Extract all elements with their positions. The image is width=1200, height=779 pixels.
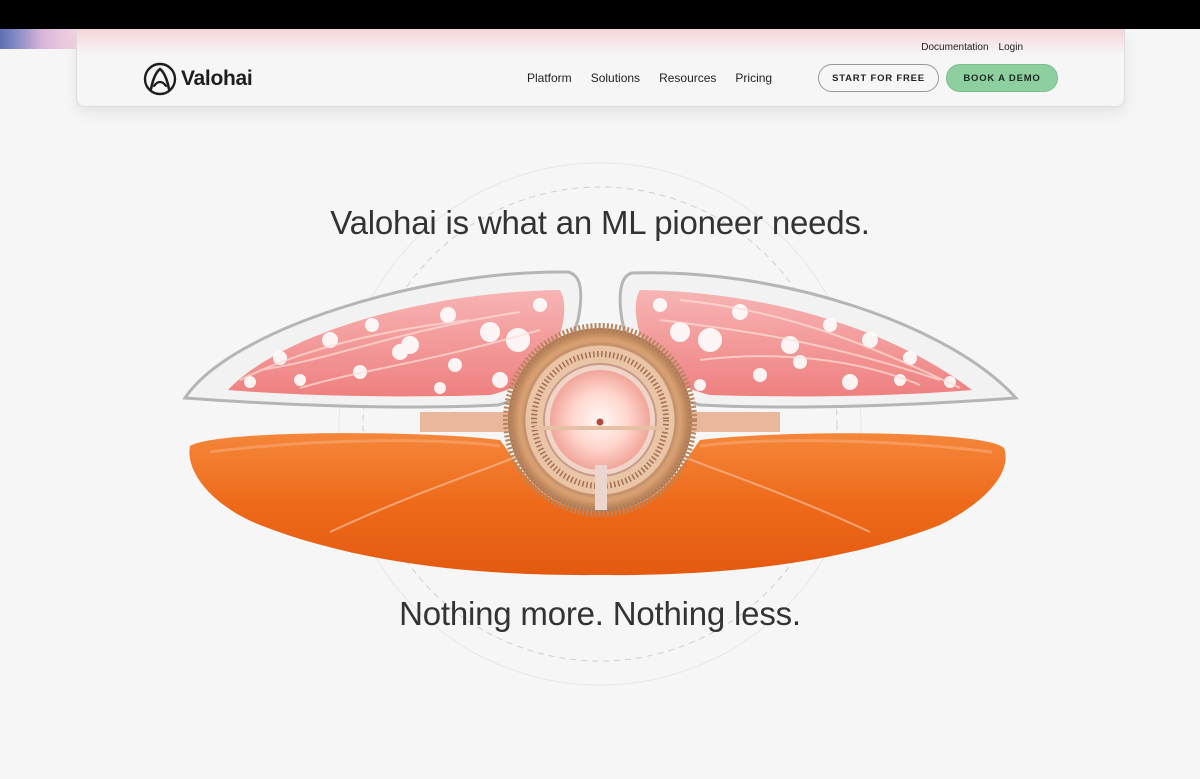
login-link[interactable]: Login <box>999 42 1023 53</box>
valohai-logo-icon <box>143 62 177 96</box>
hero-subline: Nothing more. Nothing less. <box>399 595 801 632</box>
start-for-free-button[interactable]: START FOR FREE <box>818 64 939 92</box>
documentation-link[interactable]: Documentation <box>921 42 988 53</box>
menu-item-resources[interactable]: Resources <box>659 71 716 85</box>
hero-headline: Valohai is what an ML pioneer needs. <box>330 204 870 241</box>
menu-item-solutions[interactable]: Solutions <box>591 71 640 85</box>
brand-logo[interactable]: Valohai <box>143 62 253 96</box>
utility-links: Documentation Login <box>921 42 1023 53</box>
menu-item-platform[interactable]: Platform <box>527 71 572 85</box>
central-core <box>503 323 697 517</box>
menu-item-pricing[interactable]: Pricing <box>735 71 772 85</box>
navigation-header: Documentation Login Valohai Platform Sol… <box>76 29 1125 107</box>
brand-name: Valohai <box>181 67 253 90</box>
book-a-demo-button[interactable]: BOOK A DEMO <box>946 64 1058 92</box>
main-menu: Platform Solutions Resources Pricing <box>527 71 772 85</box>
hero-artwork <box>182 162 1020 686</box>
